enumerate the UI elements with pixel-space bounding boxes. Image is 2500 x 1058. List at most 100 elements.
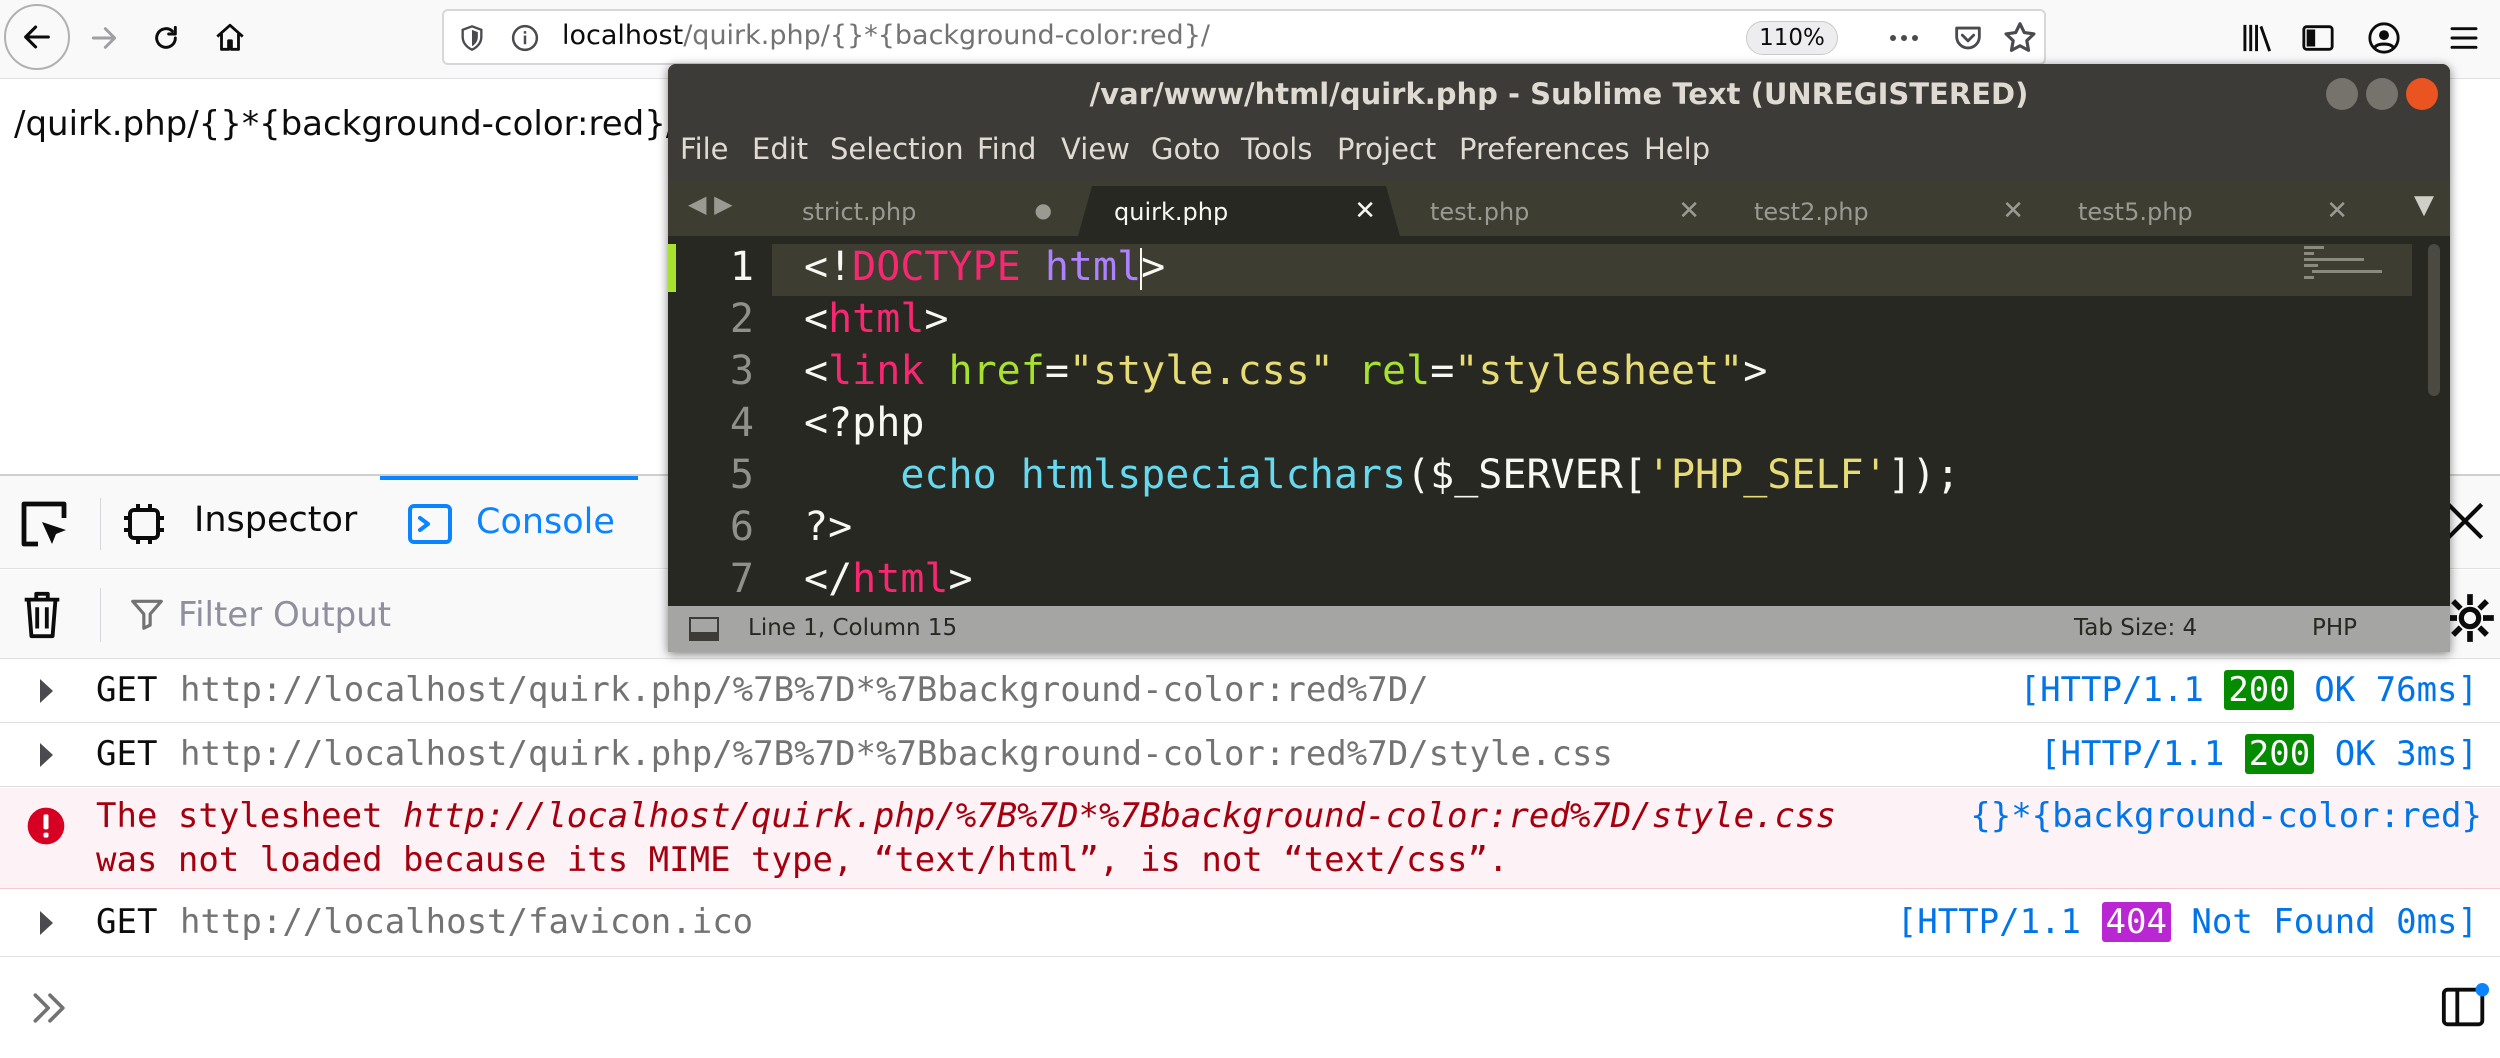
panel-toggle-icon[interactable] [688,616,720,642]
library-icon [2243,24,2272,52]
tab-label: test.php [1430,198,1530,226]
tab-test2-php[interactable]: test2.php ✕ [1726,186,2048,236]
tab-nav-arrows-icon[interactable]: ◀ ▶ [688,190,733,218]
code-line-7: </html> [804,556,973,602]
page-actions-icon[interactable] [1884,21,1924,55]
request-method: GET [96,670,158,710]
status-bar: Line 1, Column 15 Tab Size: 4 PHP [668,606,2450,652]
syntax-selector[interactable]: PHP [2312,615,2357,641]
console-log-row[interactable]: GET http://localhost/quirk.php/%7B%7D*%7… [0,660,2500,723]
status-code-badge: 404 [2101,902,2171,942]
site-info-icon[interactable] [510,23,540,53]
close-tab-icon[interactable]: ✕ [1354,196,1376,226]
code-line-3: <link href="style.css" rel="stylesheet"> [804,348,1768,394]
expand-triangle-icon[interactable] [36,676,56,706]
url-path: /quirk.php/{}*{background-color:red}/ [683,20,1210,51]
double-chevron-right-icon [33,993,65,1023]
line-number: 1 [729,244,754,290]
menu-tools[interactable]: Tools [1241,132,1312,166]
menu-selection[interactable]: Selection [830,132,964,166]
split-console-icon[interactable] [2440,982,2490,1032]
maximize-button[interactable] [2366,78,2398,110]
request-status[interactable]: [HTTP/1.1 200 OK 3ms] [2040,734,2478,774]
back-button[interactable] [4,4,70,70]
tab-label: strict.php [802,198,917,226]
request-url[interactable]: http://localhost/quirk.php/%7B%7D*%7Bbac… [180,734,1613,774]
expand-triangle-icon[interactable] [36,740,56,770]
request-status[interactable]: [HTTP/1.1 404 Not Found 0ms] [1897,902,2478,942]
tab-strict-php[interactable]: strict.php ● [762,186,1076,236]
zoom-level-badge[interactable]: 110% [1746,21,1838,55]
close-tab-icon[interactable]: ✕ [1678,196,1700,226]
console-icon [408,504,452,544]
tab-inspector[interactable]: Inspector [100,476,380,568]
error-icon [27,807,65,845]
expand-triangle-icon[interactable] [36,908,56,938]
request-status[interactable]: [HTTP/1.1 200 OK 76ms] [2020,670,2478,710]
code-editor[interactable]: 1 2 3 4 5 6 7 <!DOCTYPE html> <html> <li… [668,236,2450,606]
hamburger-menu-button[interactable] [2438,12,2490,64]
menu-find[interactable]: Find [977,132,1036,166]
gear-icon[interactable] [2444,592,2496,644]
console-error-row[interactable]: The stylesheet http://localhost/quirk.ph… [0,788,2500,889]
tab-size-selector[interactable]: Tab Size: 4 [2074,615,2197,641]
bookmark-star-icon[interactable] [2000,19,2040,57]
tab-label: quirk.php [1114,198,1229,226]
page-body-text: /quirk.php/{}*{background-color:red}/ [14,104,678,144]
sidebar-icon [2302,25,2334,51]
reload-icon [155,25,177,49]
line-number: 7 [729,556,754,602]
code-line-6: ?> [804,504,853,550]
menu-preferences[interactable]: Preferences [1459,132,1630,166]
tab-inspector-label: Inspector [194,500,358,540]
status-text: OK 3ms] [2334,734,2478,774]
sublime-text-window[interactable]: /var/www/html/quirk.php - Sublime Text (… [668,64,2450,652]
filter-output-input[interactable] [176,588,680,642]
tab-label: test5.php [2078,198,2193,226]
request-url[interactable]: http://localhost/quirk.php/%7B%7D*%7Bbac… [180,670,1429,710]
menu-view[interactable]: View [1061,132,1130,166]
console-input-row[interactable] [0,960,2500,1058]
menu-help[interactable]: Help [1644,132,1710,166]
menu-goto[interactable]: Goto [1151,132,1220,166]
close-window-button[interactable] [2406,78,2438,110]
home-button[interactable] [204,12,256,64]
error-url[interactable]: http://localhost/quirk.php/%7B%7D*%7Bbac… [403,796,1836,836]
error-prefix: The stylesheet [96,796,404,836]
trash-icon[interactable] [20,590,64,640]
menu-edit[interactable]: Edit [752,132,808,166]
tab-test5-php[interactable]: test5.php ✕ [2050,186,2372,236]
element-picker-icon[interactable] [16,496,72,552]
tab-test-php[interactable]: test.php ✕ [1402,186,1724,236]
modified-dot-icon[interactable]: ● [1035,198,1052,222]
console-log-row[interactable]: GET http://localhost/favicon.ico [HTTP/1… [0,890,2500,957]
close-tab-icon[interactable]: ✕ [2326,196,2348,226]
tracking-shield-icon[interactable] [458,23,486,53]
reload-button[interactable] [140,12,192,64]
vertical-scrollbar[interactable] [2428,244,2440,396]
line-number: 5 [729,452,754,498]
tab-quirk-php[interactable]: quirk.php ✕ [1078,186,1400,236]
request-method: GET [96,734,158,774]
code-line-2: <html> [804,296,949,342]
pocket-icon[interactable] [1948,21,1988,55]
sidebar-button[interactable] [2292,12,2344,64]
library-button[interactable] [2232,12,2284,64]
menu-project[interactable]: Project [1337,132,1436,166]
chevron-down-icon[interactable]: ▼ [2414,190,2434,220]
account-button[interactable] [2358,12,2410,64]
url-host: localhost [562,20,684,51]
url-bar[interactable]: localhost/quirk.php/{}*{background-color… [442,9,2046,65]
tab-console[interactable]: Console [380,476,638,568]
home-icon [216,23,244,51]
minimize-button[interactable] [2326,78,2358,110]
console-log-row[interactable]: GET http://localhost/quirk.php/%7B%7D*%7… [0,724,2500,787]
request-url[interactable]: http://localhost/favicon.ico [180,902,753,942]
menu-file[interactable]: File [680,132,729,166]
minimap[interactable] [2304,244,2414,284]
code-line-4: <?php [804,400,925,446]
error-source-link[interactable]: {}*{background-color:red} [1970,794,2482,838]
close-tab-icon[interactable]: ✕ [2002,196,2024,226]
forward-button[interactable] [78,12,130,64]
url-text[interactable]: localhost/quirk.php/{}*{background-color… [562,20,1210,51]
